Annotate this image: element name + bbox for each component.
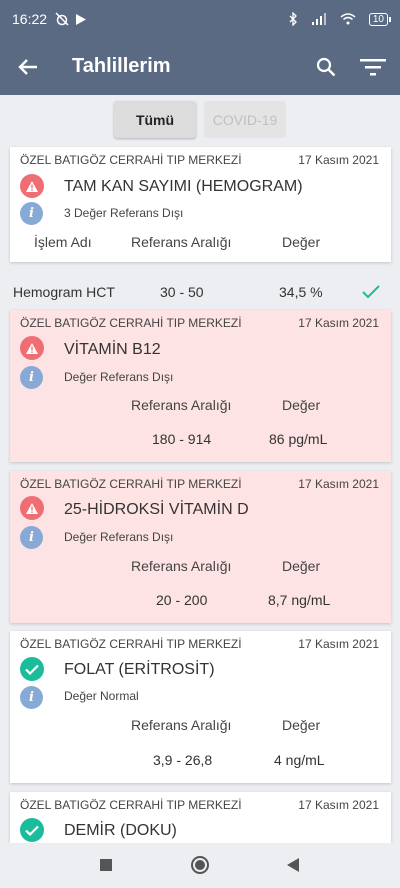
tab-bar: Tümü COVID-19 bbox=[0, 101, 400, 138]
test-subtext: Değer Referans Dışı bbox=[64, 530, 174, 544]
medical-center: ÖZEL BATIGÖZ CERRAHİ TIP MERKEZİ bbox=[20, 153, 242, 167]
test-name: FOLAT (ERİTROSİT) bbox=[64, 661, 215, 678]
medical-center: ÖZEL BATIGÖZ CERRAHİ TIP MERKEZİ bbox=[20, 637, 242, 651]
status-time: 16:22 bbox=[12, 11, 48, 27]
arrow-left-icon bbox=[18, 58, 37, 75]
test-date: 17 Kasım 2021 bbox=[298, 637, 379, 651]
test-name: TAM KAN SAYIMI (HEMOGRAM) bbox=[64, 178, 303, 195]
tab-all[interactable]: Tümü bbox=[114, 101, 196, 138]
search-button[interactable] bbox=[312, 53, 340, 81]
page-title: Tahlillerim bbox=[72, 55, 171, 77]
test-subtext: Değer Normal bbox=[64, 689, 139, 703]
test-card-hemogram[interactable]: ÖZEL BATIGÖZ CERRAHİ TIP MERKEZİ 17 Kası… bbox=[10, 147, 391, 262]
header-deger: Değer bbox=[282, 558, 321, 574]
medical-center: ÖZEL BATIGÖZ CERRAHİ TIP MERKEZİ bbox=[20, 477, 242, 491]
result-value: 8,7 ng/mL bbox=[268, 592, 331, 608]
result-row-hemogram-hct[interactable]: Hemogram HCT 30 - 50 34,5 % bbox=[0, 272, 400, 312]
filter-icon bbox=[360, 59, 386, 76]
medical-center: ÖZEL BATIGÖZ CERRAHİ TIP MERKEZİ bbox=[20, 798, 242, 812]
alarm-off-icon bbox=[55, 12, 69, 26]
test-card-vitamin-b12[interactable]: ÖZEL BATIGÖZ CERRAHİ TIP MERKEZİ 17 Kası… bbox=[10, 310, 391, 462]
test-card-vitamin-d[interactable]: ÖZEL BATIGÖZ CERRAHİ TIP MERKEZİ 17 Kası… bbox=[10, 471, 391, 623]
header-deger: Değer bbox=[282, 234, 321, 250]
result-range: 30 - 50 bbox=[160, 284, 204, 300]
recents-button[interactable] bbox=[96, 855, 116, 875]
check-icon bbox=[362, 285, 380, 299]
header-deger: Değer bbox=[282, 397, 321, 413]
info-icon: i bbox=[20, 686, 43, 709]
header-referans: Referans Aralığı bbox=[131, 717, 232, 733]
battery-icon: 10 bbox=[368, 12, 392, 26]
test-name: 25-HİDROKSİ VİTAMİN D bbox=[64, 501, 249, 518]
app-bar: Tahlillerim bbox=[0, 38, 400, 95]
test-date: 17 Kasım 2021 bbox=[298, 477, 379, 491]
wifi-icon bbox=[340, 13, 356, 25]
home-button[interactable] bbox=[190, 855, 210, 875]
header-referans: Referans Aralığı bbox=[131, 558, 232, 574]
header-deger: Değer bbox=[282, 717, 321, 733]
result-range: 20 - 200 bbox=[156, 592, 208, 608]
check-circle-icon bbox=[20, 657, 44, 681]
warning-icon bbox=[20, 496, 44, 520]
circle-icon bbox=[191, 856, 209, 874]
medical-center: ÖZEL BATIGÖZ CERRAHİ TIP MERKEZİ bbox=[20, 316, 242, 330]
warning-icon bbox=[20, 336, 44, 360]
content-area: Tümü COVID-19 ÖZEL BATIGÖZ CERRAHİ TIP M… bbox=[0, 95, 400, 852]
signal-icon bbox=[311, 13, 327, 25]
result-value: 4 ng/mL bbox=[274, 752, 325, 768]
test-card-folat[interactable]: ÖZEL BATIGÖZ CERRAHİ TIP MERKEZİ 17 Kası… bbox=[10, 631, 391, 783]
info-icon: i bbox=[20, 202, 43, 225]
info-icon: i bbox=[20, 526, 43, 549]
back-button[interactable] bbox=[0, 38, 56, 95]
result-value: 34,5 % bbox=[279, 284, 323, 300]
square-icon bbox=[100, 859, 112, 871]
test-subtext: 3 Değer Referans Dışı bbox=[64, 206, 184, 220]
result-name: Hemogram HCT bbox=[13, 284, 115, 300]
info-icon: i bbox=[20, 366, 43, 389]
test-name: DEMİR (DOKU) bbox=[64, 822, 177, 839]
test-date: 17 Kasım 2021 bbox=[298, 316, 379, 330]
result-range: 3,9 - 26,8 bbox=[153, 752, 213, 768]
test-date: 17 Kasım 2021 bbox=[298, 153, 379, 167]
system-nav-bar bbox=[0, 843, 400, 888]
header-referans: Referans Aralığı bbox=[131, 397, 232, 413]
status-bar: 16:22 10 bbox=[0, 0, 400, 38]
result-range: 180 - 914 bbox=[152, 431, 212, 447]
header-referans: Referans Aralığı bbox=[131, 234, 232, 250]
warning-icon bbox=[20, 174, 44, 198]
tab-covid19[interactable]: COVID-19 bbox=[204, 101, 286, 138]
filter-button[interactable] bbox=[358, 53, 388, 81]
header-islem: İşlem Adı bbox=[34, 234, 92, 250]
search-icon bbox=[316, 57, 336, 77]
play-store-icon bbox=[75, 13, 87, 26]
test-subtext: Değer Referans Dışı bbox=[64, 370, 174, 384]
bluetooth-icon bbox=[288, 12, 298, 26]
back-nav-button[interactable] bbox=[283, 855, 303, 875]
test-name: VİTAMİN B12 bbox=[64, 341, 161, 358]
result-value: 86 pg/mL bbox=[269, 431, 328, 447]
check-circle-icon bbox=[20, 818, 44, 842]
triangle-back-icon bbox=[287, 858, 299, 872]
test-date: 17 Kasım 2021 bbox=[298, 798, 379, 812]
